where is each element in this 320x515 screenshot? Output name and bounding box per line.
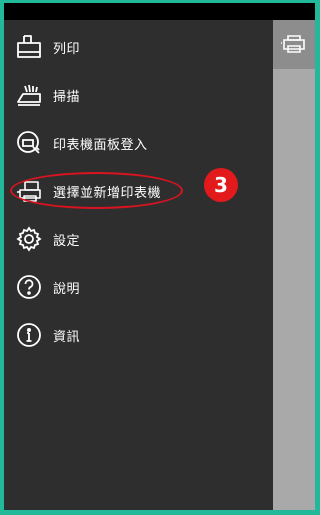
phone-screen: 列印 掃描 印表機面板登入 選擇並新增印表機 設定 說明 資訊 3 bbox=[4, 3, 315, 510]
printer-icon[interactable] bbox=[279, 30, 307, 60]
panel-login-icon bbox=[16, 130, 42, 156]
menu-item-panel-login[interactable]: 印表機面板登入 bbox=[4, 121, 273, 165]
info-icon bbox=[16, 322, 42, 348]
status-bar bbox=[4, 3, 315, 20]
step-badge: 3 bbox=[204, 168, 238, 202]
menu-item-label: 設定 bbox=[53, 233, 81, 249]
help-icon bbox=[16, 274, 42, 300]
menu-item-label: 掃描 bbox=[53, 89, 81, 105]
scan-icon bbox=[16, 82, 42, 108]
menu-item-scan[interactable]: 掃描 bbox=[4, 73, 273, 117]
menu-item-label: 說明 bbox=[53, 281, 81, 297]
app-bar bbox=[273, 20, 315, 69]
gear-icon bbox=[16, 226, 42, 252]
select-printer-icon bbox=[16, 178, 42, 204]
menu-item-print[interactable]: 列印 bbox=[4, 25, 273, 69]
menu-item-info[interactable]: 資訊 bbox=[4, 313, 273, 357]
menu-item-label: 列印 bbox=[53, 41, 81, 57]
navigation-drawer: 列印 掃描 印表機面板登入 選擇並新增印表機 設定 說明 資訊 3 bbox=[4, 20, 273, 510]
menu-item-settings[interactable]: 設定 bbox=[4, 217, 273, 261]
menu-item-label: 資訊 bbox=[53, 329, 81, 345]
menu-item-label: 選擇並新增印表機 bbox=[53, 185, 162, 201]
print-icon bbox=[16, 34, 42, 60]
menu-item-help[interactable]: 說明 bbox=[4, 265, 273, 309]
menu-item-label: 印表機面板登入 bbox=[53, 137, 148, 153]
